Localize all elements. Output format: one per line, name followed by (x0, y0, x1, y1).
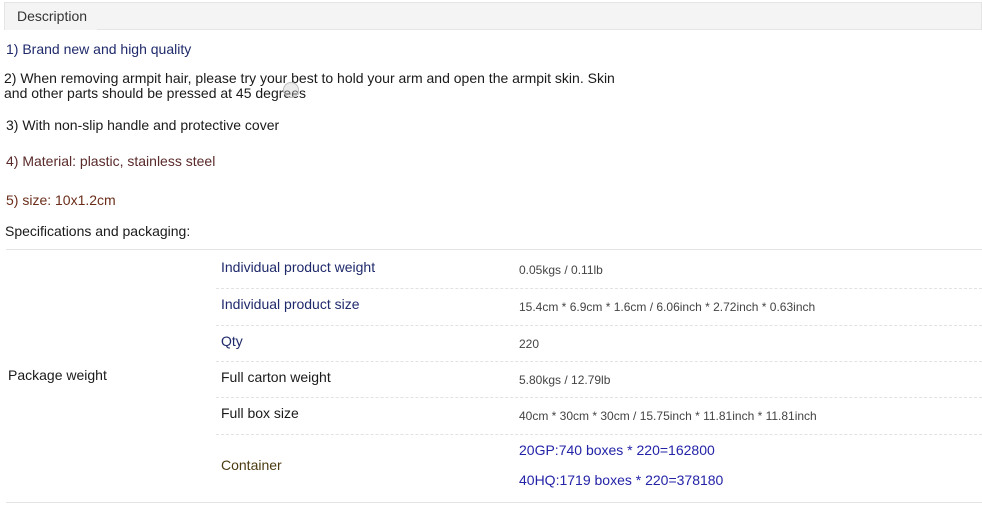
row-label-container: Container (221, 457, 282, 473)
tab-description-label: Description (17, 8, 88, 24)
row-divider (216, 397, 982, 398)
description-line-5: 5) size: 10x1.2cm (6, 192, 116, 208)
row-value-individual-weight: 0.05kgs / 0.11lb (519, 263, 603, 277)
row-value-box-size: 40cm * 30cm * 30cm / 15.75inch * 11.81in… (519, 409, 817, 423)
row-value-carton-weight: 5.80kgs / 12.79lb (519, 373, 611, 387)
description-line-2b: and other parts should be pressed at 45 … (4, 85, 306, 101)
table-bottom-border (6, 502, 982, 503)
container-value-20gp: 20GP:740 boxes * 220=162800 (519, 442, 715, 458)
mouse-cursor-icon (283, 82, 299, 98)
row-label-individual-size: Individual product size (221, 296, 360, 312)
row-divider (216, 288, 982, 289)
package-weight-label: Package weight (8, 367, 107, 383)
row-divider (216, 325, 982, 326)
row-divider (216, 361, 982, 362)
description-line-3: 3) With non-slip handle and protective c… (6, 117, 280, 133)
row-value-qty: 220 (519, 337, 540, 351)
tab-description[interactable]: Description (5, 3, 97, 30)
row-label-qty: Qty (221, 333, 243, 349)
table-top-border (6, 249, 982, 250)
tab-bar: Description (4, 2, 982, 30)
row-divider (216, 434, 982, 435)
row-label-box-size: Full box size (221, 405, 299, 421)
description-line-4: 4) Material: plastic, stainless steel (6, 153, 216, 169)
description-line-2a: 2) When removing armpit hair, please try… (4, 70, 615, 86)
container-value-40hq: 40HQ:1719 boxes * 220=378180 (519, 472, 724, 488)
row-value-individual-size: 15.4cm * 6.9cm * 1.6cm / 6.06inch * 2.72… (519, 300, 816, 314)
specs-heading: Specifications and packaging: (5, 223, 191, 239)
row-label-individual-weight: Individual product weight (221, 259, 376, 275)
description-line-1: 1) Brand new and high quality (6, 41, 192, 57)
row-label-carton-weight: Full carton weight (221, 369, 331, 385)
